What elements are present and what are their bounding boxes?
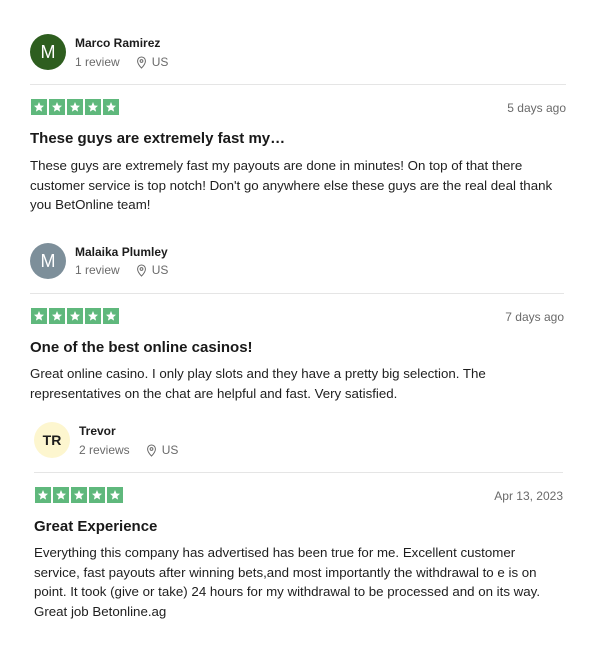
reviewer-country: US xyxy=(161,443,179,457)
reviewer-name[interactable]: Marco Ramirez xyxy=(75,36,160,50)
star-icon xyxy=(103,308,119,324)
reviewer-meta: 2 reviews US xyxy=(79,443,178,457)
star-icon xyxy=(103,99,119,115)
location-pin-icon xyxy=(146,443,156,457)
star-rating xyxy=(31,308,119,324)
avatar[interactable]: M xyxy=(30,243,66,279)
divider xyxy=(34,472,563,473)
star-icon xyxy=(89,487,105,503)
reviewer-meta: 1 review US xyxy=(75,263,168,277)
star-icon xyxy=(49,99,65,115)
review-body: Everything this company has advertised h… xyxy=(34,545,541,619)
star-icon xyxy=(49,308,65,324)
avatar-initials: M xyxy=(40,250,56,271)
star-rating xyxy=(31,99,119,115)
avatar-initials: M xyxy=(40,41,56,62)
star-icon xyxy=(71,487,87,503)
review-count: 2 reviews xyxy=(79,443,130,457)
star-icon xyxy=(67,99,83,115)
reviewer-country: US xyxy=(151,263,169,277)
star-icon xyxy=(67,308,83,324)
location-pin-icon xyxy=(136,55,146,69)
review-title[interactable]: One of the best online casinos! xyxy=(30,339,253,356)
review-body: These guys are extremely fast my payouts… xyxy=(30,158,553,212)
star-icon xyxy=(31,99,47,115)
reviewer-name[interactable]: Malaika Plumley xyxy=(75,245,168,259)
review-count: 1 review xyxy=(75,263,120,277)
star-icon xyxy=(31,308,47,324)
review-date: 5 days ago xyxy=(507,101,566,115)
review-title[interactable]: Great Experience xyxy=(34,518,157,535)
star-icon xyxy=(85,308,101,324)
review-body: Great online casino. I only play slots a… xyxy=(30,366,486,401)
review-count: 1 review xyxy=(75,55,120,69)
reviewer-meta: 1 review US xyxy=(75,55,168,69)
avatar-initials: TR xyxy=(42,432,62,448)
divider xyxy=(30,293,564,294)
avatar[interactable]: TR xyxy=(34,422,70,458)
star-icon xyxy=(35,487,51,503)
divider xyxy=(30,84,566,85)
review-date: 7 days ago xyxy=(505,310,564,324)
star-icon xyxy=(107,487,123,503)
reviewer-country: US xyxy=(151,55,169,69)
location-pin-icon xyxy=(136,263,146,277)
avatar[interactable]: M xyxy=(30,34,66,70)
star-rating xyxy=(35,487,123,503)
review-date: Apr 13, 2023 xyxy=(494,489,563,503)
reviewer-name[interactable]: Trevor xyxy=(79,424,116,438)
review-title[interactable]: These guys are extremely fast my… xyxy=(30,130,285,147)
star-icon xyxy=(53,487,69,503)
star-icon xyxy=(85,99,101,115)
